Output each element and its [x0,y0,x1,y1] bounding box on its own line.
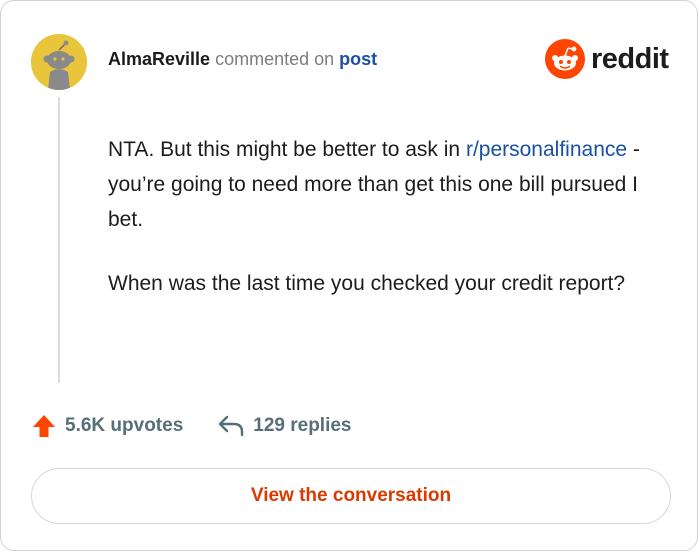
upvotes-count: 5.6K upvotes [65,415,184,436]
snoo-avatar-icon [31,34,87,90]
reddit-brand[interactable]: reddit [545,39,669,79]
comment-header: AlmaReville commented on post [108,48,377,70]
upvote-arrow-icon [33,415,55,437]
comment-paragraph: NTA. But this might be better to ask in … [108,132,668,237]
paragraph-text: NTA. But this might be better to ask in [108,138,461,161]
author-name[interactable]: AlmaReville [108,49,210,69]
embedded-comment-card: AlmaReville commented on post reddit NTA… [0,0,698,551]
user-avatar[interactable] [31,34,87,90]
comment-stats: 5.6K upvotes 129 replies [31,411,352,441]
reddit-wordmark: reddit [591,42,669,75]
subreddit-link[interactable]: r/personalfinance [466,138,627,161]
comment-paragraph: When was the last time you checked your … [108,272,626,295]
reply-arrow-icon [219,415,244,437]
thread-line [58,97,60,383]
comment-body: NTA. But this might be better to ask in … [108,132,668,301]
view-conversation-button[interactable]: View the conversation [31,468,671,524]
post-link[interactable]: post [339,49,377,69]
replies-stat[interactable]: 129 replies [217,414,352,438]
upvotes-stat[interactable]: 5.6K upvotes [31,413,183,439]
replies-count: 129 replies [253,415,352,436]
action-text: commented on [215,49,335,69]
reddit-logo-icon [545,39,585,79]
